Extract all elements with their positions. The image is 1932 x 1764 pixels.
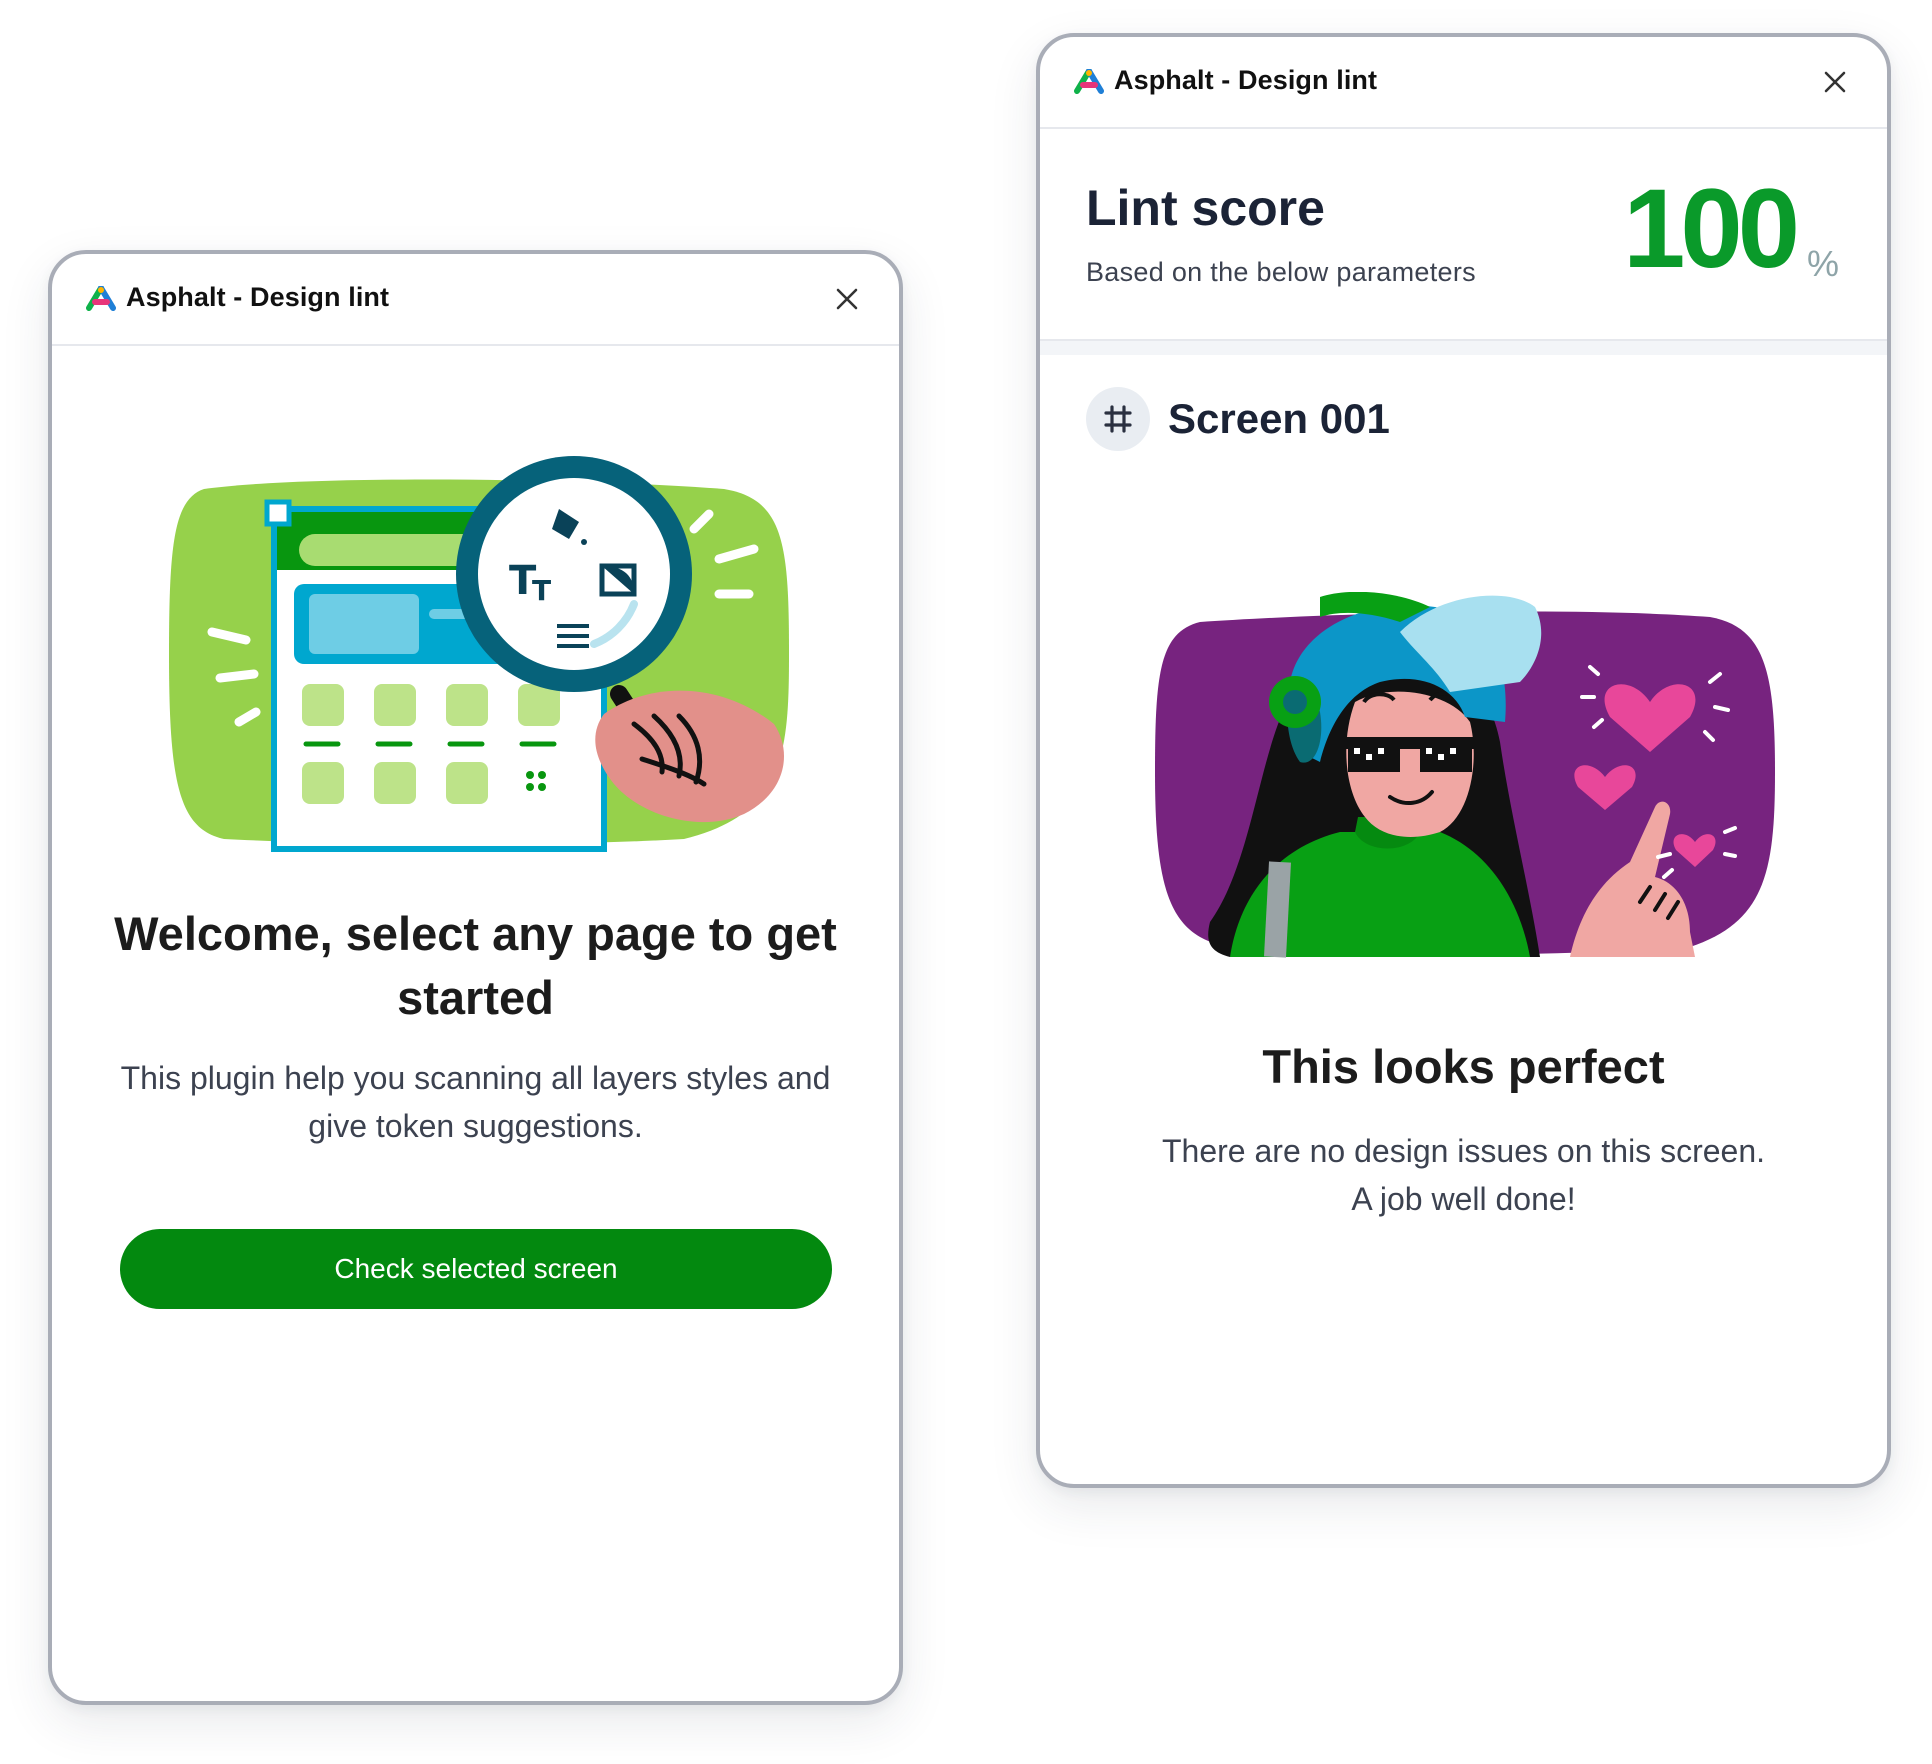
- section-divider: [1040, 341, 1887, 355]
- lint-score-unit: %: [1806, 243, 1839, 284]
- window-title: Asphalt - Design lint: [126, 282, 390, 312]
- result-panel: Asphalt - Design lint Lint score Based o…: [1036, 33, 1891, 1488]
- result-message: There are no design issues on this scree…: [1080, 1127, 1847, 1223]
- asphalt-logo-icon: [1074, 69, 1104, 94]
- lint-score-subtitle: Based on the below parameters: [1086, 257, 1476, 287]
- title-bar: Asphalt - Design lint: [1040, 37, 1887, 129]
- frame-hash-icon: [1104, 405, 1132, 433]
- rider-celebration-illustration: [1155, 592, 1775, 958]
- frame-icon-badge: [1086, 387, 1150, 451]
- result-message-line-2: A job well done!: [1351, 1181, 1576, 1217]
- lint-score-title: Lint score: [1086, 180, 1325, 236]
- welcome-heading: Welcome, select any page to get started: [114, 907, 837, 1024]
- window-title: Asphalt - Design lint: [1114, 65, 1378, 95]
- lint-score-section: Lint score Based on the below parameters…: [1040, 129, 1887, 341]
- lint-score-value: 100: [1623, 166, 1800, 291]
- result-heading: This looks perfect: [1262, 1040, 1665, 1093]
- close-icon[interactable]: [833, 285, 861, 313]
- welcome-description: This plugin help you scanning all layers…: [120, 1060, 831, 1144]
- magnifier-screen-illustration: T T: [169, 456, 789, 852]
- asphalt-logo-icon: [86, 286, 116, 311]
- screen-name: Screen 001: [1168, 395, 1390, 442]
- welcome-panel: Asphalt - Design lint T T Welcome, selec…: [48, 250, 903, 1705]
- result-message-line-1: There are no design issues on this scree…: [1162, 1133, 1765, 1169]
- title-bar: Asphalt - Design lint: [52, 254, 899, 346]
- check-selected-screen-button[interactable]: Check selected screen: [120, 1229, 832, 1309]
- close-icon[interactable]: [1821, 68, 1849, 96]
- svg-text:T: T: [532, 574, 551, 607]
